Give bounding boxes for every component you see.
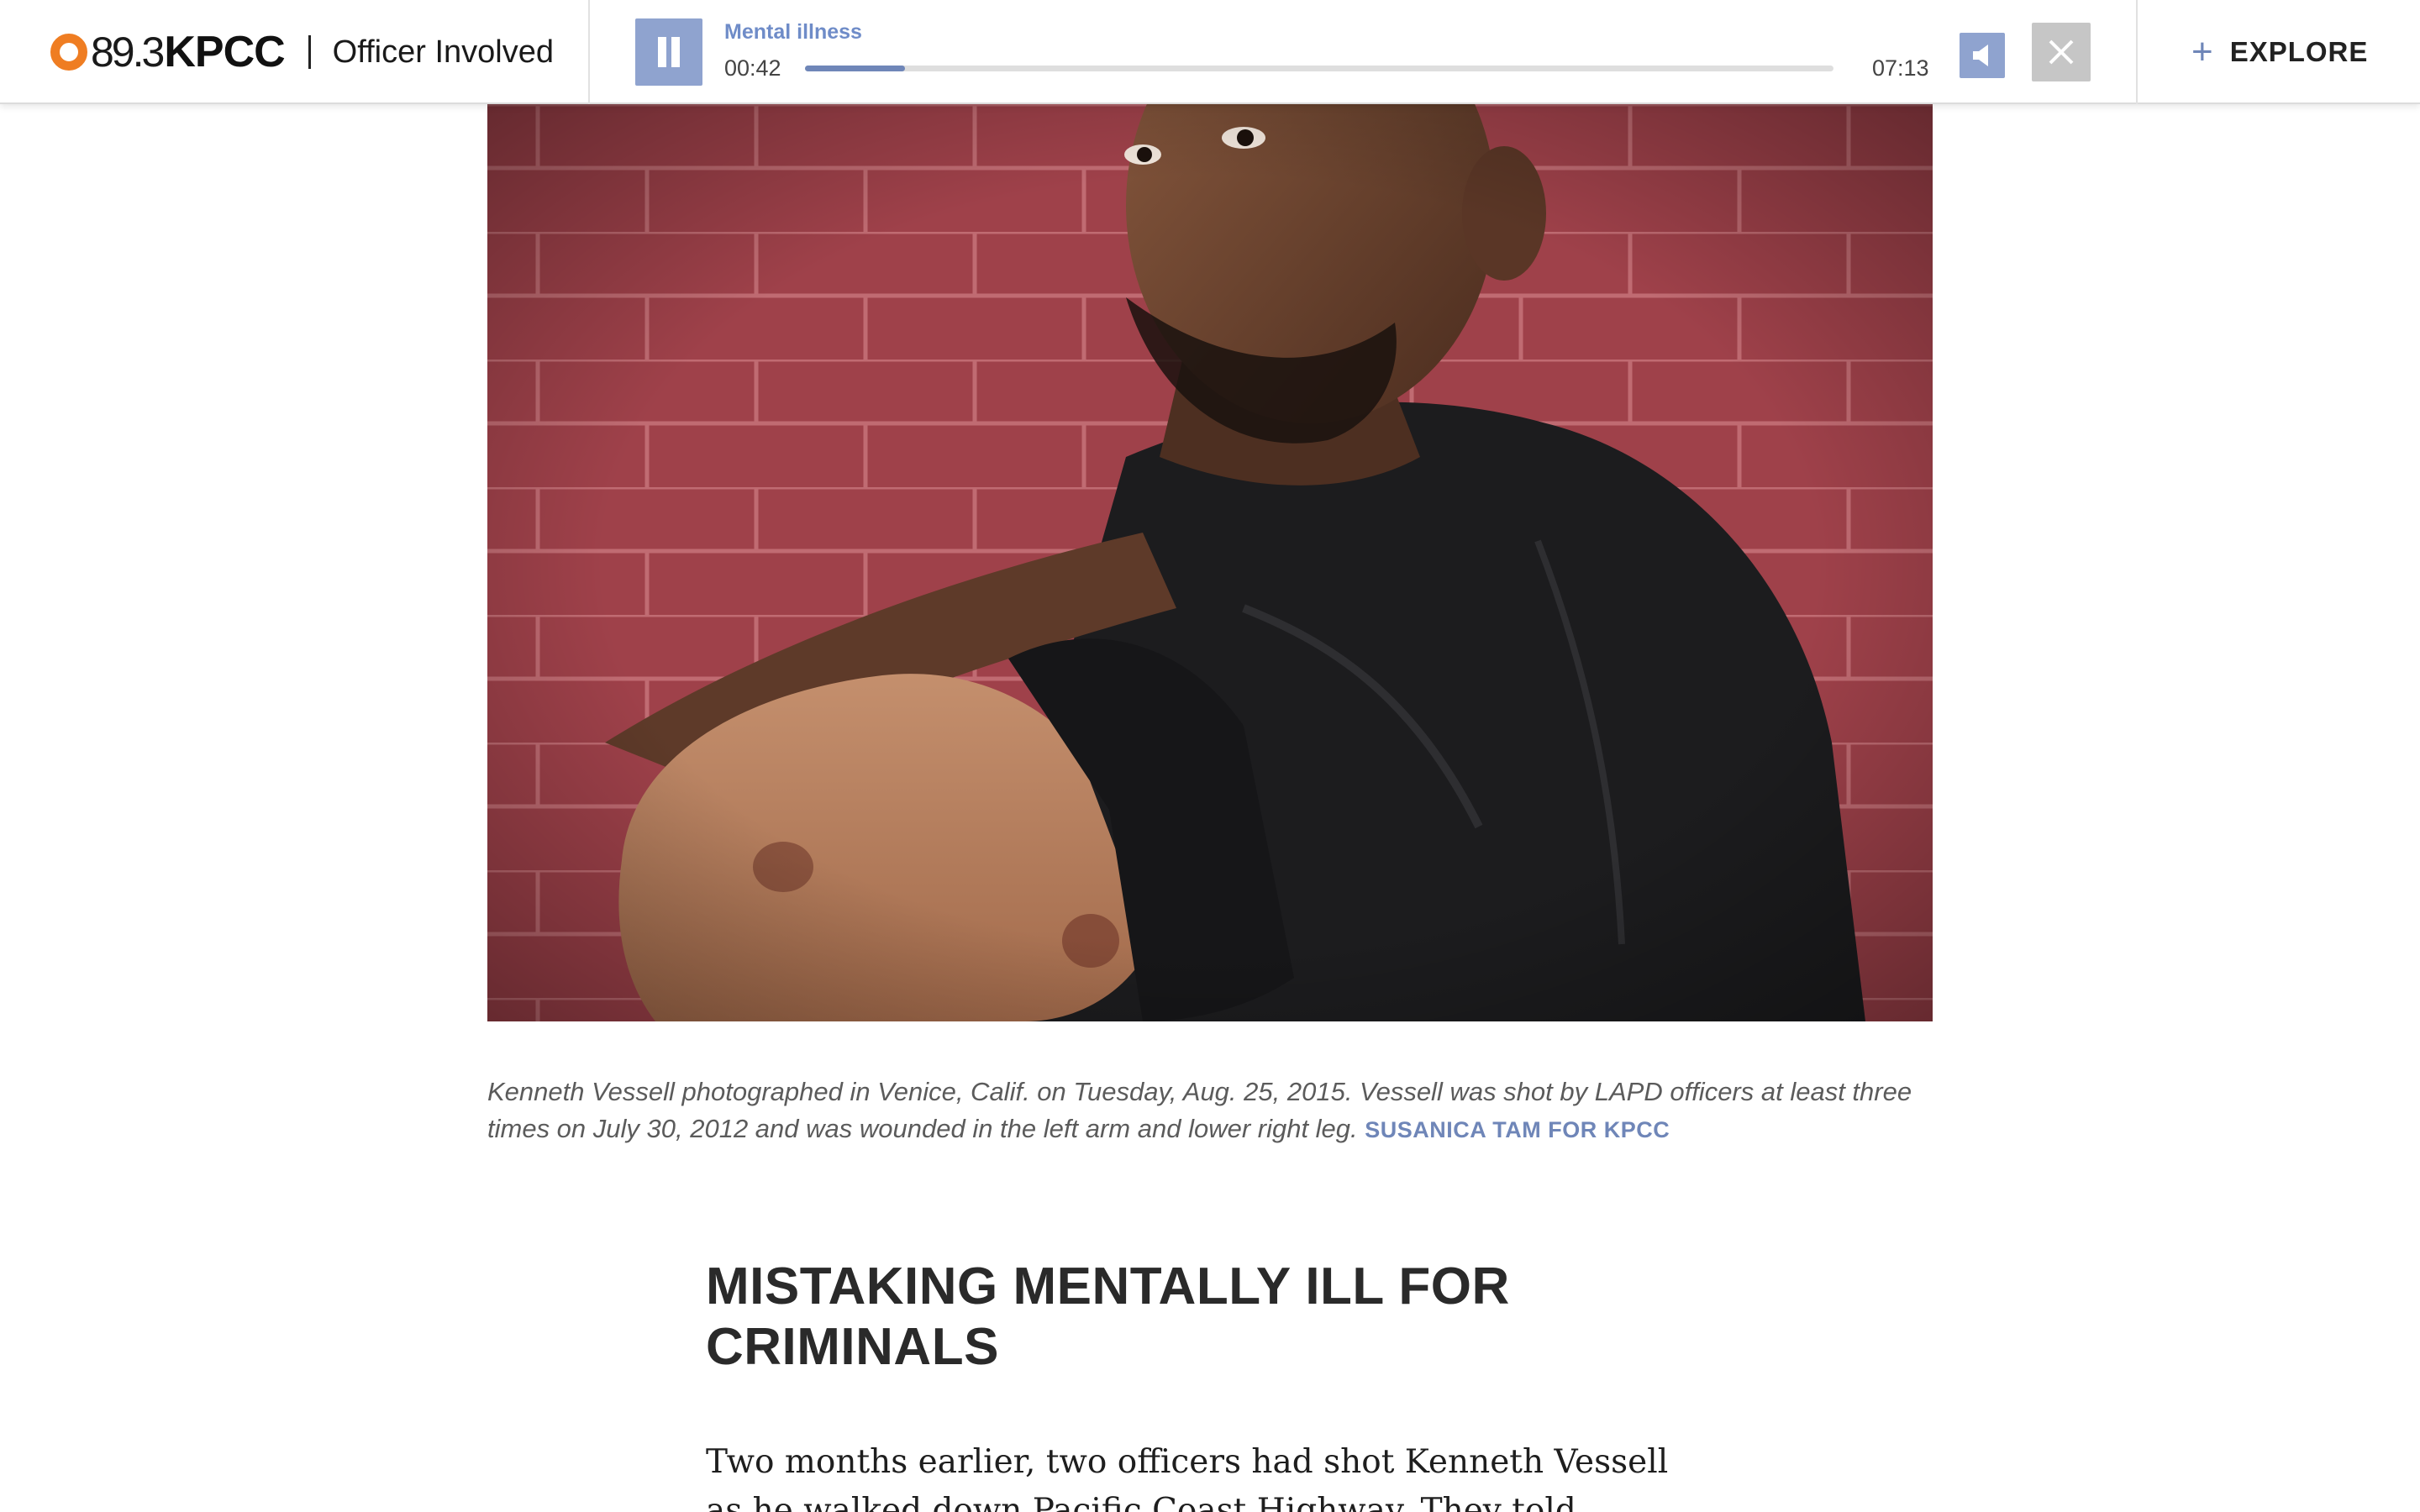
track-title: Mental illness	[724, 20, 862, 44]
close-icon	[2049, 39, 2074, 65]
section-name[interactable]: Officer Involved	[333, 34, 554, 71]
explore-button[interactable]: + EXPLORE	[2191, 0, 2368, 104]
headline-line-2: CRIMINALS	[706, 1318, 999, 1376]
close-player-button[interactable]	[2032, 23, 2091, 81]
speaker-icon	[1973, 45, 1988, 66]
pause-icon-bar	[671, 37, 680, 67]
photo-credit: SUSANICA TAM FOR KPCC	[1365, 1117, 1670, 1142]
photo-caption: Kenneth Vessell photographed in Venice, …	[487, 1074, 1933, 1148]
section-headline: MISTAKING MENTALLY ILL FOR CRIMINALS	[706, 1257, 1756, 1378]
explore-label: EXPLORE	[2229, 36, 2369, 67]
player-divider-left	[588, 0, 590, 104]
brand-divider	[308, 35, 311, 69]
elapsed-time: 00:42	[724, 55, 781, 81]
kpcc-logo-icon	[50, 34, 87, 71]
progress-fill	[805, 66, 905, 71]
top-bar: 89.3 KPCC Officer Involved Mental illnes…	[0, 0, 2420, 104]
logo-callsign: KPCC	[164, 28, 285, 76]
pause-icon	[658, 37, 666, 67]
total-time: 07:13	[1872, 55, 1929, 81]
volume-button[interactable]	[1960, 33, 2005, 78]
logo-frequency: 89.3	[91, 29, 165, 76]
plus-icon: +	[2191, 31, 2213, 72]
article-paragraph: Two months earlier, two officers had sho…	[706, 1443, 1669, 1512]
player-divider-right	[2136, 0, 2138, 104]
brand[interactable]: 89.3 KPCC Officer Involved	[50, 0, 554, 104]
progress-bar[interactable]	[805, 66, 1833, 71]
caption-text: Kenneth Vessell photographed in Venice, …	[487, 1077, 1912, 1143]
article-photo	[487, 104, 1933, 1021]
photo-illustration	[487, 104, 1933, 1021]
headline-line-1: MISTAKING MENTALLY ILL FOR	[706, 1257, 1510, 1315]
pause-button[interactable]	[635, 18, 702, 86]
